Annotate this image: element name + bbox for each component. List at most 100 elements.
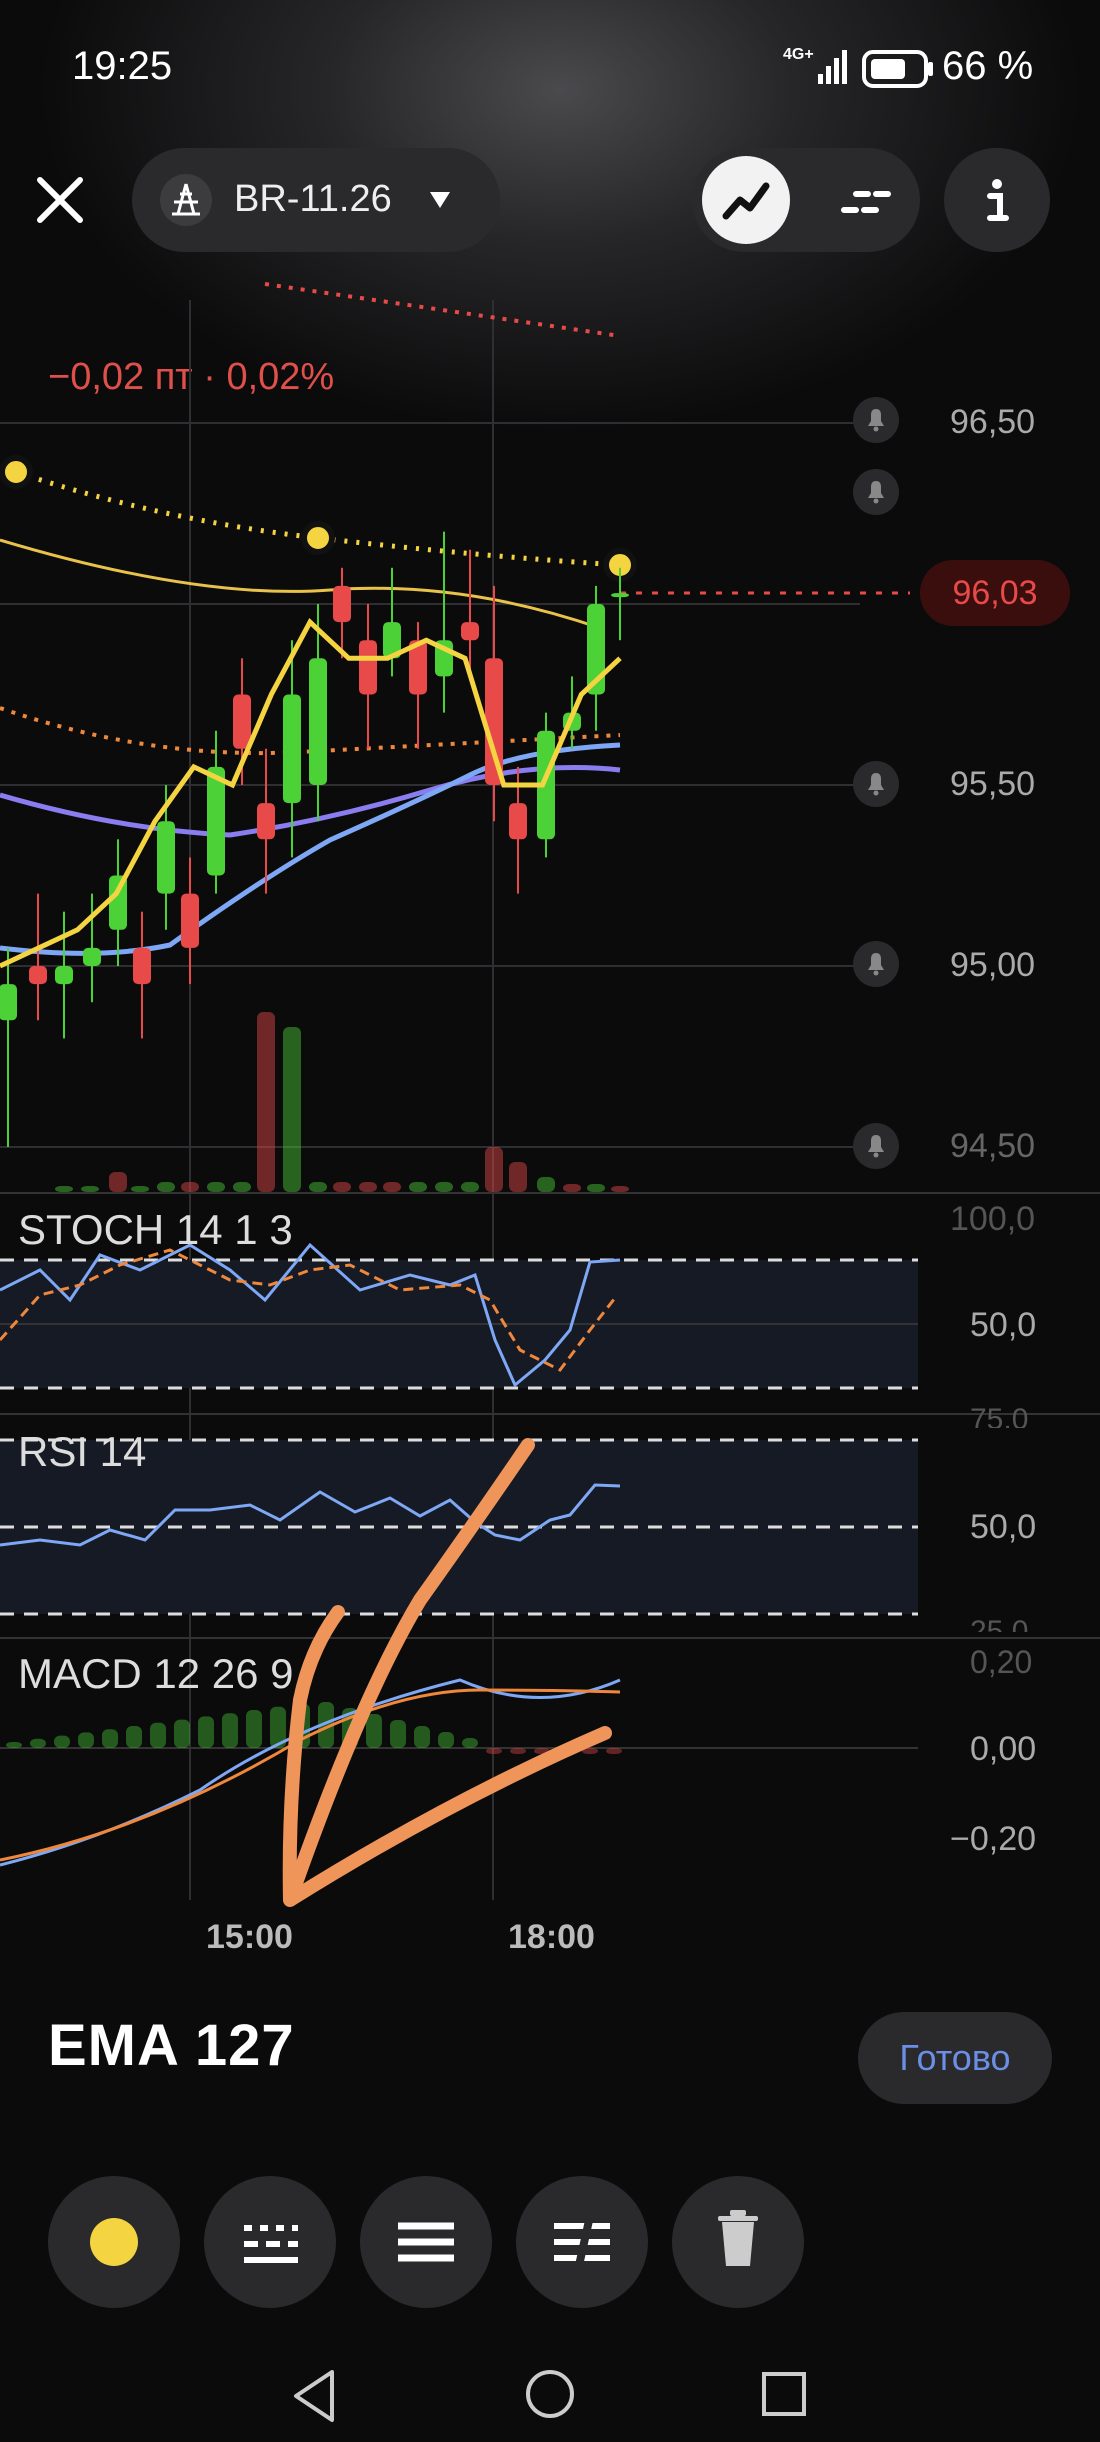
macd-bar xyxy=(150,1722,166,1748)
ticker-label: BR-11.26 xyxy=(234,178,392,220)
candle xyxy=(0,984,17,1021)
candle xyxy=(55,966,73,985)
volume-bar xyxy=(157,1182,175,1192)
stoch-scale-top: 100,0 xyxy=(950,1200,1036,1238)
macd-scale-mid: 0,00 xyxy=(970,1730,1037,1768)
color-dot-icon xyxy=(90,2218,138,2266)
rsi-scale-top: 75,0 xyxy=(970,1408,1029,1428)
price-label: 95,50 xyxy=(950,765,1036,803)
macd-bar xyxy=(510,1748,526,1754)
line-width-button[interactable] xyxy=(360,2176,492,2308)
ema-handle-mid[interactable] xyxy=(301,521,335,555)
macd-label[interactable]: MACD 12 26 9 xyxy=(18,1650,293,1698)
network-indicator: 4G+ xyxy=(783,46,814,63)
dashed-line-icon xyxy=(841,191,891,213)
macd-bar xyxy=(246,1710,262,1748)
volume-bar xyxy=(283,1027,301,1192)
delete-button[interactable] xyxy=(672,2176,804,2308)
volume-bar xyxy=(233,1182,251,1192)
macd-scale-bottom: −0,20 xyxy=(950,1820,1037,1858)
volume-bar xyxy=(587,1184,605,1192)
macd-bar xyxy=(126,1726,142,1748)
bell-icon[interactable] xyxy=(852,940,900,988)
line-width-icon xyxy=(398,2222,454,2262)
info-icon xyxy=(987,179,1009,221)
volume-bar xyxy=(509,1162,527,1192)
price-chart[interactable] xyxy=(0,270,1100,1970)
candle xyxy=(157,821,175,894)
volume-bars xyxy=(55,1012,629,1192)
volume-bar xyxy=(81,1186,99,1192)
style-toolbar xyxy=(0,2176,1100,2310)
line-style-button[interactable] xyxy=(204,2176,336,2308)
price-label: 94,50 xyxy=(950,1127,1036,1165)
macd-bar xyxy=(6,1742,22,1748)
rsi-scale-bottom: 25,0 xyxy=(970,1618,1028,1632)
macd-bar xyxy=(366,1714,382,1748)
candle xyxy=(83,947,101,966)
volume-bar xyxy=(537,1177,555,1192)
stoch-label[interactable]: STOCH 14 1 3 xyxy=(18,1206,293,1254)
done-button[interactable]: Готово xyxy=(858,2012,1052,2104)
info-button[interactable] xyxy=(944,148,1050,252)
clock: 19:25 xyxy=(72,44,173,88)
volume-bar xyxy=(333,1182,351,1192)
bell-icon[interactable] xyxy=(852,1122,900,1170)
macd-bar xyxy=(30,1738,46,1748)
macd-bar xyxy=(486,1748,502,1754)
volume-bar xyxy=(131,1186,149,1192)
home-icon[interactable] xyxy=(524,2368,576,2420)
line-chart-mode-button[interactable] xyxy=(702,156,790,244)
settings-button[interactable] xyxy=(516,2176,648,2308)
macd-bar xyxy=(78,1732,94,1748)
line-chart-icon xyxy=(722,182,770,220)
candle xyxy=(207,766,225,876)
yellow-ma-line xyxy=(0,538,601,630)
candle xyxy=(359,640,377,695)
volume-bar xyxy=(359,1182,377,1192)
bell-icon[interactable] xyxy=(852,760,900,808)
candle xyxy=(257,803,275,840)
line-style-icon xyxy=(244,2225,298,2263)
volume-bar xyxy=(611,1186,629,1192)
signal-icon xyxy=(818,50,847,84)
rsi-scale-mid: 50,0 xyxy=(970,1508,1037,1546)
macd-bar xyxy=(54,1735,70,1748)
back-icon[interactable] xyxy=(290,2368,338,2424)
candle xyxy=(461,622,479,641)
candle xyxy=(309,658,327,785)
candle xyxy=(181,893,199,948)
recents-icon[interactable] xyxy=(760,2370,808,2418)
bell-icon[interactable] xyxy=(852,396,900,444)
macd-bar xyxy=(414,1726,430,1748)
dashed-line-mode-button[interactable] xyxy=(822,156,910,244)
close-icon[interactable] xyxy=(28,168,92,232)
chart-mode-toggle xyxy=(692,148,920,252)
indicator-title: EMA 127 xyxy=(48,2013,295,2078)
color-button[interactable] xyxy=(48,2176,180,2308)
system-nav xyxy=(0,2340,1100,2442)
bell-icon[interactable] xyxy=(852,468,900,516)
rsi-label[interactable]: RSI 14 xyxy=(18,1428,146,1476)
price-label: 96,50 xyxy=(950,403,1036,441)
ema-handle-left[interactable] xyxy=(0,455,33,489)
macd-bar xyxy=(102,1729,118,1748)
price-label: 95,00 xyxy=(950,946,1036,984)
macd-scale-top: 0,20 xyxy=(970,1644,1033,1680)
volume-bar xyxy=(109,1172,127,1192)
candle xyxy=(333,585,351,623)
caret-down-icon xyxy=(430,192,450,208)
macd-bar xyxy=(390,1720,406,1748)
ticker-selector[interactable]: BR-11.26 xyxy=(132,148,500,252)
candle xyxy=(133,947,151,985)
volume-bar xyxy=(383,1182,401,1192)
battery-icon xyxy=(862,50,933,88)
candle xyxy=(29,966,47,985)
candle xyxy=(233,694,251,749)
time-label: 18:00 xyxy=(508,1918,595,1956)
volume-bar xyxy=(257,1012,275,1192)
stoch-scale-mid: 50,0 xyxy=(970,1306,1037,1344)
oil-rig-icon xyxy=(160,174,212,226)
volume-bar xyxy=(181,1182,199,1192)
macd-bar xyxy=(462,1738,478,1748)
